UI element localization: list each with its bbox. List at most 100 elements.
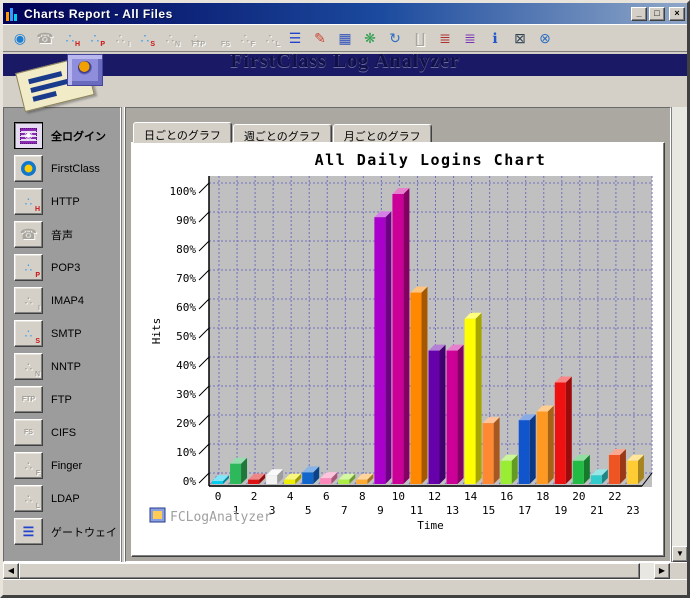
x-tick-label: 8 [359,490,366,503]
bar-hour-23 [627,455,644,484]
sidebar-button-all-logins[interactable]: ◉ [14,122,43,149]
x-tick-label: 22 [608,490,621,503]
y-tick-label: 90% [176,214,196,227]
x-tick-label: 10 [392,490,405,503]
toolbar: ◉☎∴H∴P∴I∴S∴N∴FTPFS∴F∴L☰✎▦❋↻∐≣≣ℹ⊠⊗ [3,24,687,52]
toolbar-button-globe-users[interactable]: ❋ [359,27,381,49]
toolbar-button-nntp[interactable]: ∴N [159,27,181,49]
sidebar-item-pop3[interactable]: ∴P POP3 [14,251,120,284]
sidebar-item-ftp[interactable]: FTPFTP [14,383,120,416]
bar-hour-17 [519,414,536,484]
toolbar-button-info[interactable]: ℹ [484,27,506,49]
banner: FirstClass Log Analyzer [3,52,687,107]
minimize-button[interactable]: _ [631,7,647,21]
bar-hour-13 [447,345,464,484]
toolbar-button-http[interactable]: ∴H [59,27,81,49]
tab-weekly[interactable]: 週ごとのグラフ [233,124,332,143]
horizontal-scroll-thumb[interactable] [19,563,640,579]
title-bar[interactable]: Charts Report - All Files _ □ × [3,3,687,24]
tab-daily[interactable]: 日ごとのグラフ [133,122,232,143]
x-tick-label: 0 [215,490,222,503]
sidebar-item-imap4[interactable]: ∴IIMAP4 [14,284,120,317]
sidebar-button-smtp[interactable]: ∴S [14,320,43,347]
toolbar-button-image[interactable]: ▦ [334,27,356,49]
sidebar-button-http[interactable]: ∴H [14,188,43,215]
sidebar-item-label: NNTP [51,361,81,373]
sidebar-item-cifs[interactable]: FSCIFS [14,416,120,449]
smtp-letter: S [150,41,155,48]
sidebar-item-smtp[interactable]: ∴SSMTP [14,317,120,350]
x-tick-label: 4 [287,490,294,503]
x-tick-label: 12 [428,490,441,503]
toolbar-button-close-window[interactable]: ⊠ [509,27,531,49]
maximize-button[interactable]: □ [649,7,665,21]
toolbar-button-finger[interactable]: ∴F [234,27,256,49]
toolbar-button-imap4[interactable]: ∴I [109,27,131,49]
watermark-text: FCLogAnalyzer [170,510,272,525]
toolbar-button-report-list[interactable]: ≣ [434,27,456,49]
toolbar-button-cifs[interactable]: FS [209,27,231,49]
sidebar-item-voice[interactable]: ☎音声 [14,218,120,251]
scroll-right-button[interactable]: ▶ [654,563,670,579]
sidebar-item-nntp[interactable]: ∴N NNTP [14,350,120,383]
y-tick-label: 50% [176,330,196,343]
scrollbar-corner [670,563,687,579]
toolbar-button-histogram[interactable]: ∐ [409,27,431,49]
sidebar-button-finger[interactable]: ∴F [14,452,43,479]
y-tick-label: 70% [176,272,196,285]
tab-monthly[interactable]: 月ごとのグラフ [333,124,432,143]
finger-icon: ∴ [241,31,250,45]
sidebar-item-label: HTTP [51,196,80,208]
toolbar-button-user-paint[interactable]: ✎ [309,27,331,49]
y-tick-label: 30% [176,388,196,401]
sidebar-button-gateway[interactable]: ☰ [14,518,43,545]
sidebar-item-firstclass[interactable]: FirstClass [14,152,120,185]
sidebar-button-nntp[interactable]: ∴N [14,353,43,380]
sidebar-button-imap4[interactable]: ∴I [14,287,43,314]
sidebar-item-all-logins[interactable]: ◉全ログイン [14,119,120,152]
http-letter: H [75,41,80,48]
firstclass-icon [21,161,36,176]
sidebar-item-gateway[interactable]: ☰ゲートウェイ [14,515,120,548]
sidebar-item-ldap[interactable]: ∴LLDAP [14,482,120,515]
sidebar-button-cifs[interactable]: FS [14,419,43,446]
imap4-icon: ∴I [15,294,42,308]
toolbar-button-firstclass[interactable]: ◉ [9,27,31,49]
close-window-icon: ⊠ [514,31,526,45]
sidebar-button-pop3[interactable]: ∴P [14,254,43,281]
y-tick-label: 10% [176,446,196,459]
toolbar-button-gateway[interactable]: ☰ [284,27,306,49]
close-button[interactable]: × [669,7,685,21]
all-logins-icon: ◉ [20,128,37,144]
sidebar-button-voice[interactable]: ☎ [14,221,43,248]
http-icon: ∴ [66,31,75,45]
toolbar-button-pop3[interactable]: ∴P [84,27,106,49]
scroll-left-button[interactable]: ◀ [3,563,19,579]
sidebar-item-finger[interactable]: ∴FFinger [14,449,120,482]
x-tick-label: 19 [554,504,567,517]
nntp-icon: ∴ [166,31,175,45]
scroll-down-button[interactable]: ▼ [672,546,688,562]
toolbar-button-close-globe[interactable]: ⊗ [534,27,556,49]
vertical-scrollbar[interactable]: ▼ [671,107,687,562]
toolbar-button-voice[interactable]: ☎ [34,27,56,49]
histogram-icon: ∐ [415,31,426,45]
horizontal-scrollbar[interactable]: ◀ ▶ [3,562,687,579]
bar-hour-9 [374,211,391,484]
toolbar-button-refresh-chart[interactable]: ↻ [384,27,406,49]
toolbar-button-smtp[interactable]: ∴S [134,27,156,49]
sidebar-item-label: POP3 [51,262,80,274]
toolbar-button-ldap[interactable]: ∴L [259,27,281,49]
sidebar-button-ldap[interactable]: ∴L [14,485,43,512]
http-icon: ∴H [15,195,42,209]
y-axis-label: Hits [150,318,163,345]
sidebar-button-firstclass[interactable] [14,155,43,182]
toolbar-button-settings-list[interactable]: ≣ [459,27,481,49]
sidebar-item-http[interactable]: ∴H HTTP [14,185,120,218]
bar-hour-18 [537,406,554,485]
y-tick-label: 100% [170,185,197,198]
bar-hour-15 [483,417,500,484]
sidebar-button-ftp[interactable]: FTP [14,386,43,413]
toolbar-button-ftp[interactable]: ∴FTP [184,27,206,49]
ldap-icon: ∴ [266,31,275,45]
